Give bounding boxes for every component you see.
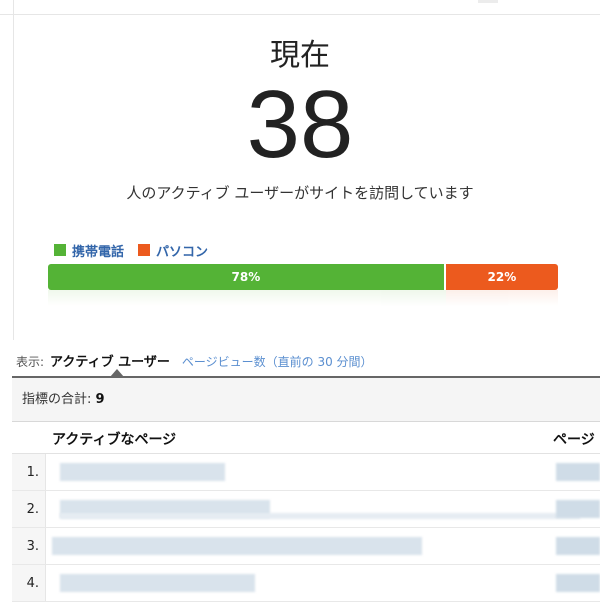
- row-number: 4.: [12, 565, 46, 601]
- row-number: 3.: [12, 528, 46, 564]
- pc-segment: 22%: [445, 264, 558, 290]
- pc-percent: 22%: [487, 270, 517, 284]
- pc-swatch: [138, 244, 151, 256]
- legend-item-pc: パソコン: [138, 241, 208, 260]
- table-row[interactable]: 2.: [12, 491, 600, 528]
- device-legend: 携帯電話 パソコン: [54, 241, 222, 260]
- metric-total-label: 指標の合計:: [22, 392, 92, 407]
- metric-total-value: 9: [95, 392, 105, 407]
- legend-item-mobile: 携帯電話: [54, 241, 124, 260]
- active-pages-panel: 指標の合計: 9 アクティブなページ ページ 1. 2. 3. 4.: [12, 376, 600, 612]
- realtime-title: 現在: [270, 38, 330, 73]
- redacted-page-title: [60, 463, 225, 481]
- active-pages-table: アクティブなページ ページ 1. 2. 3. 4.: [12, 421, 600, 612]
- realtime-subtitle: 人のアクティブ ユーザーがサイトを訪問しています: [126, 184, 474, 202]
- metric-total: 指標の合計: 9: [22, 388, 105, 407]
- top-mark: [478, 0, 498, 3]
- active-user-count: 38: [246, 71, 354, 178]
- view-selector: 表示: アクティブ ユーザー ページビュー数（直前の 30 分間）: [16, 351, 373, 370]
- table-header: アクティブなページ ページ: [12, 422, 600, 454]
- redacted-page-path: [556, 463, 600, 481]
- table-row[interactable]: 3.: [12, 528, 600, 565]
- legend-label-pc: パソコン: [156, 244, 209, 260]
- device-split-bar: 78% 22%: [48, 264, 558, 290]
- table-row[interactable]: 1.: [12, 454, 600, 491]
- legend-label-mobile: 携帯電話: [72, 244, 125, 260]
- column-page[interactable]: ページ: [553, 429, 595, 449]
- mobile-segment: 78%: [48, 264, 446, 290]
- redacted-page-path: [556, 574, 600, 592]
- table-row[interactable]: 4.: [12, 565, 600, 602]
- view-pageviews-link[interactable]: ページビュー数（直前の 30 分間）: [182, 353, 373, 370]
- row-number: 1.: [12, 454, 46, 490]
- row-number: 2.: [12, 491, 46, 527]
- top-border: [0, 0, 600, 15]
- column-active-page[interactable]: アクティブなページ: [52, 429, 176, 449]
- redacted-page-title: [60, 574, 255, 592]
- view-active-users-tab[interactable]: アクティブ ユーザー: [50, 351, 170, 370]
- redacted-page-path: [556, 537, 600, 555]
- reflection-pc: [445, 290, 558, 306]
- mobile-percent: 78%: [231, 270, 261, 284]
- mobile-swatch: [54, 244, 66, 256]
- redacted-page-path: [556, 500, 600, 518]
- reflection-mobile: [48, 290, 446, 306]
- redacted-page-title: [52, 537, 422, 555]
- view-prefix: 表示:: [16, 355, 45, 369]
- redacted-page-title-line: [60, 513, 580, 519]
- bar-reflection: [48, 290, 558, 306]
